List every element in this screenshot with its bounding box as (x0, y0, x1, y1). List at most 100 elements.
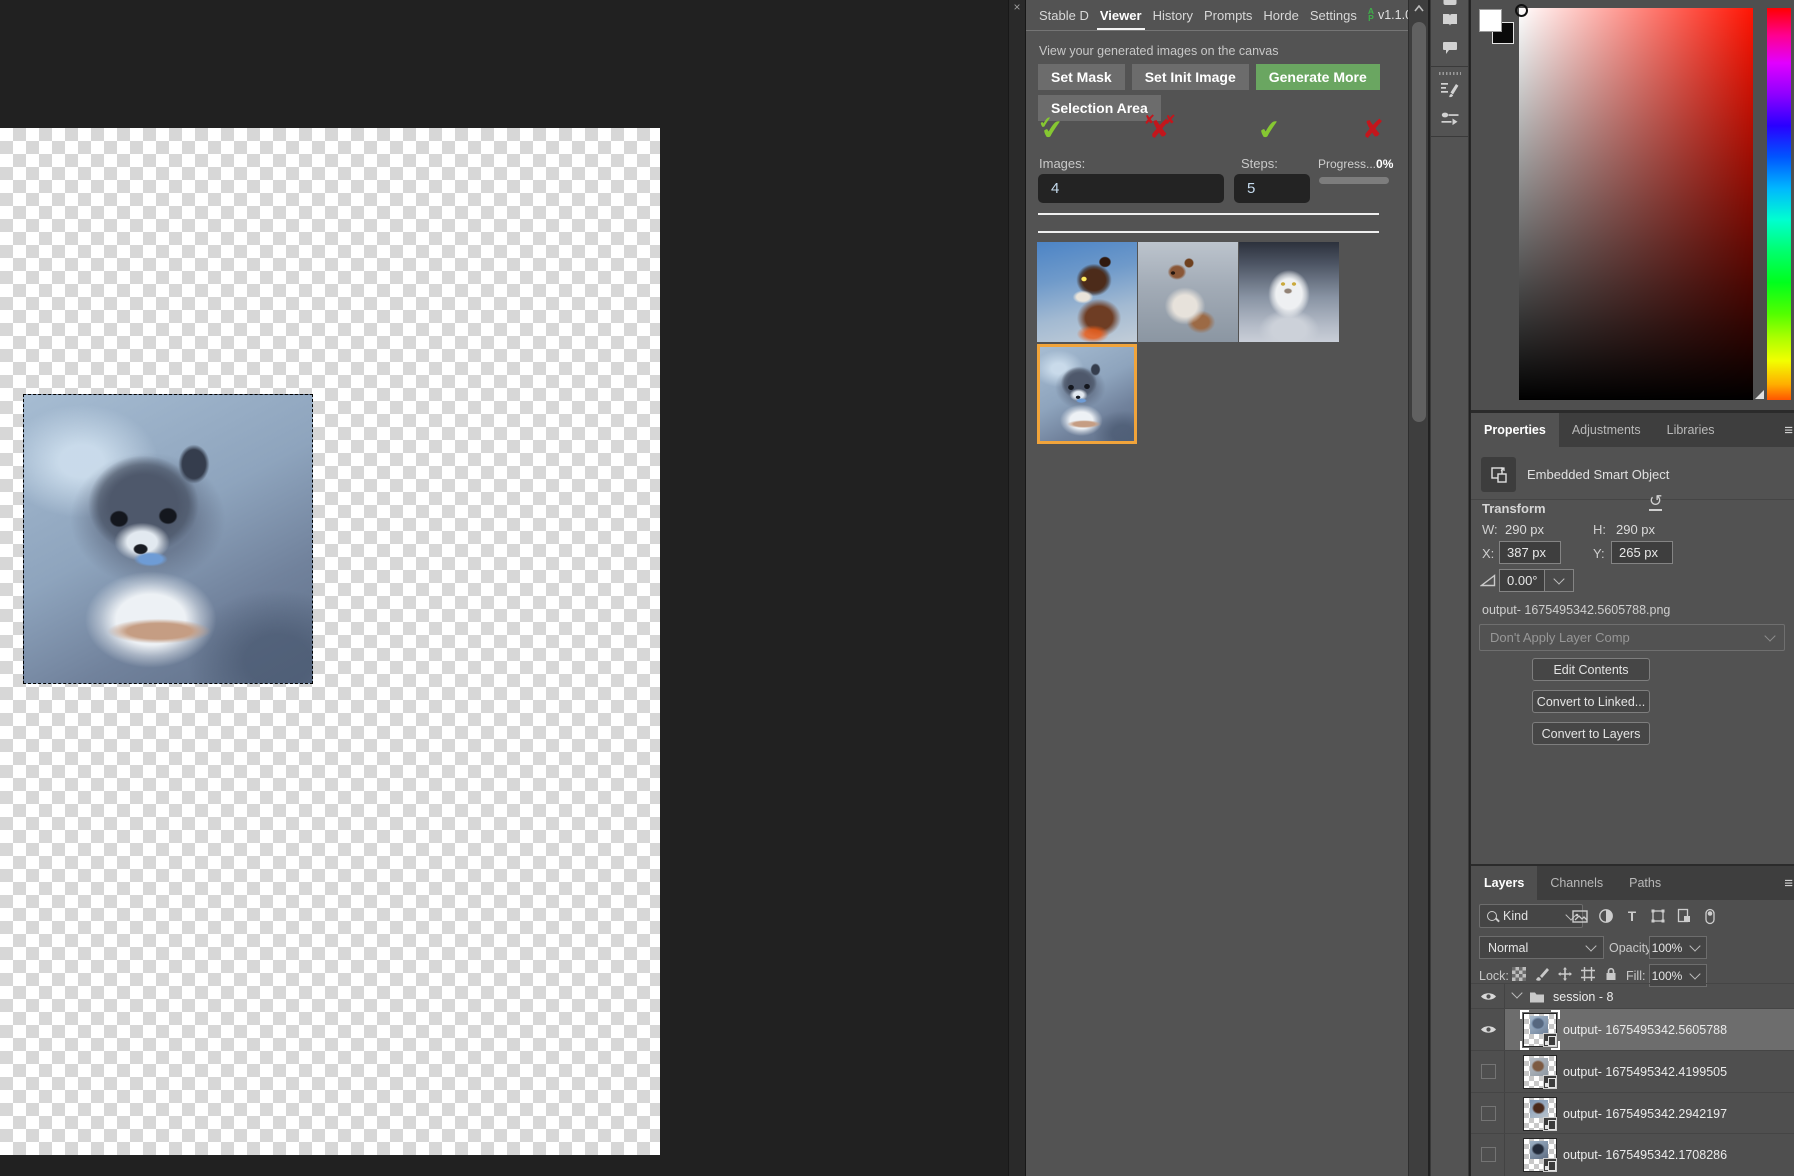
generate-more-button[interactable]: Generate More (1256, 64, 1380, 90)
scrollbar-thumb[interactable] (1412, 22, 1426, 422)
filter-shape-layers-icon[interactable] (1649, 908, 1667, 924)
color-picker-marker[interactable] (1515, 4, 1528, 17)
lock-transparency-icon[interactable] (1511, 966, 1527, 981)
tab-layers[interactable]: Layers (1471, 866, 1537, 900)
plugin-scrollbar[interactable] (1408, 0, 1428, 1176)
x-label: X: (1482, 546, 1494, 561)
blend-mode-dropdown[interactable]: Normal (1479, 936, 1604, 959)
lock-position-icon[interactable] (1557, 966, 1573, 981)
tab-paths[interactable]: Paths (1616, 866, 1674, 900)
width-value: 290 px (1505, 522, 1544, 537)
tab-libraries[interactable]: Libraries (1654, 413, 1728, 447)
convert-to-layers-button[interactable]: Convert to Layers (1532, 722, 1650, 745)
generated-thumbnail-1[interactable] (1037, 242, 1137, 342)
convert-to-linked-button[interactable]: Convert to Linked... (1532, 690, 1650, 713)
layer-group-row[interactable]: session - 8 (1471, 983, 1794, 1008)
smart-object-image-selection[interactable] (23, 394, 313, 684)
layer-thumbnail[interactable] (1523, 1097, 1557, 1131)
hue-strip[interactable] (1767, 8, 1791, 400)
layer-thumbnail[interactable] (1523, 1055, 1557, 1089)
scroll-up-icon[interactable] (1414, 5, 1424, 12)
layer-row[interactable]: output- 1675495342.2942197 (1471, 1092, 1794, 1134)
x-input[interactable]: 387 px (1499, 541, 1561, 564)
tab-viewer[interactable]: Viewer (1100, 0, 1142, 30)
images-input[interactable] (1038, 174, 1224, 203)
init-image-enabled-icon[interactable]: ✔ (1258, 117, 1281, 144)
saturation-brightness-field[interactable] (1519, 8, 1753, 400)
tool-presets-icon[interactable] (1441, 111, 1459, 126)
opacity-dropdown[interactable] (1684, 936, 1707, 959)
panel-resize-handle[interactable] (1755, 390, 1764, 399)
divider-line (1038, 213, 1379, 215)
tab-history[interactable]: History (1153, 0, 1193, 30)
generated-thumbnail-4-selected[interactable] (1037, 344, 1137, 444)
panel-menu-icon[interactable]: ≡ (1784, 413, 1794, 447)
chevron-down-icon (1553, 573, 1564, 584)
visibility-eye-icon[interactable] (1480, 1024, 1497, 1035)
filter-adjustment-layers-icon[interactable] (1597, 908, 1615, 924)
visibility-checkbox[interactable] (1481, 1147, 1496, 1162)
libraries-icon[interactable] (1442, 13, 1458, 26)
y-input[interactable]: 265 px (1611, 541, 1673, 564)
y-value: 265 px (1619, 545, 1658, 560)
edit-contents-button[interactable]: Edit Contents (1532, 658, 1650, 681)
reset-transform-icon[interactable]: ↺ (1649, 493, 1662, 511)
set-init-image-button[interactable]: Set Init Image (1132, 64, 1249, 90)
layer-thumbnail[interactable] (1523, 1138, 1557, 1172)
panel-menu-icon[interactable]: ≡ (1784, 866, 1794, 900)
document-canvas[interactable] (0, 128, 660, 1155)
smart-object-badge-icon (1543, 1075, 1557, 1089)
visibility-eye-icon[interactable] (1480, 991, 1497, 1002)
tab-horde[interactable]: Horde (1263, 0, 1298, 30)
panel-icon-dock (1430, 0, 1469, 1176)
mask-enabled-icon[interactable]: ✔✔ (1039, 117, 1064, 144)
tab-adjustments[interactable]: Adjustments (1559, 413, 1654, 447)
layer-filter-dropdown[interactable]: Kind (1479, 904, 1583, 928)
angle-dropdown[interactable] (1545, 569, 1574, 592)
foreground-color-swatch[interactable] (1479, 9, 1502, 32)
init-image-disabled-icon[interactable]: ✘ (1362, 117, 1384, 143)
steps-input[interactable] (1234, 174, 1310, 203)
generated-thumbnail-3[interactable] (1239, 242, 1339, 342)
angle-input[interactable]: 0.00° (1499, 569, 1545, 592)
layer-comp-dropdown[interactable]: Don't Apply Layer Comp (1479, 624, 1785, 651)
visibility-checkbox[interactable] (1481, 1064, 1496, 1079)
layer-row[interactable]: output- 1675495342.1708286 (1471, 1133, 1794, 1176)
tab-properties[interactable]: Properties (1471, 413, 1559, 447)
filter-pixel-layers-icon[interactable] (1571, 908, 1589, 924)
clipped-panel-icon[interactable] (1443, 0, 1456, 5)
lock-artboard-icon[interactable] (1580, 966, 1596, 981)
layer-preview (1530, 1100, 1548, 1118)
filter-smart-objects-icon[interactable] (1675, 908, 1693, 924)
tab-settings[interactable]: Settings (1310, 0, 1357, 30)
layer-row[interactable]: output- 1675495342.4199505 (1471, 1050, 1794, 1092)
filter-toggle-icon[interactable] (1701, 908, 1719, 924)
lock-all-icon[interactable] (1603, 966, 1619, 981)
close-icon[interactable]: × (1009, 0, 1025, 14)
dock-gripper[interactable] (1439, 72, 1461, 75)
mask-disabled-icon[interactable]: ✘✘✘ (1144, 117, 1176, 143)
tab-prompts[interactable]: Prompts (1204, 0, 1252, 30)
set-mask-button[interactable]: Set Mask (1038, 64, 1125, 90)
fill-label: Fill: (1626, 969, 1645, 983)
brush-settings-icon[interactable] (1441, 81, 1459, 98)
lock-pixels-icon[interactable] (1534, 966, 1550, 981)
generated-thumbnail-2[interactable] (1138, 242, 1238, 342)
filter-type-layers-icon[interactable]: T (1623, 908, 1641, 924)
comments-icon[interactable] (1442, 41, 1458, 55)
lock-label: Lock: (1479, 969, 1509, 983)
layer-thumbnail[interactable] (1523, 1013, 1557, 1047)
visibility-checkbox[interactable] (1481, 1106, 1496, 1121)
tab-stable-d[interactable]: Stable D (1039, 0, 1089, 30)
height-value: 290 px (1616, 522, 1655, 537)
angle-value: 0.00° (1507, 573, 1538, 588)
section-divider (1471, 499, 1794, 500)
canvas-area[interactable] (0, 0, 1008, 1176)
opacity-input[interactable]: 100% (1649, 936, 1685, 959)
group-expand-icon[interactable] (1511, 987, 1522, 998)
plugin-logo-icon: AP (1368, 8, 1374, 23)
tab-channels[interactable]: Channels (1537, 866, 1616, 900)
width-label: W: (1482, 522, 1498, 537)
layer-row-selected[interactable]: output- 1675495342.5605788 (1471, 1008, 1794, 1050)
progress-bar (1319, 177, 1389, 184)
